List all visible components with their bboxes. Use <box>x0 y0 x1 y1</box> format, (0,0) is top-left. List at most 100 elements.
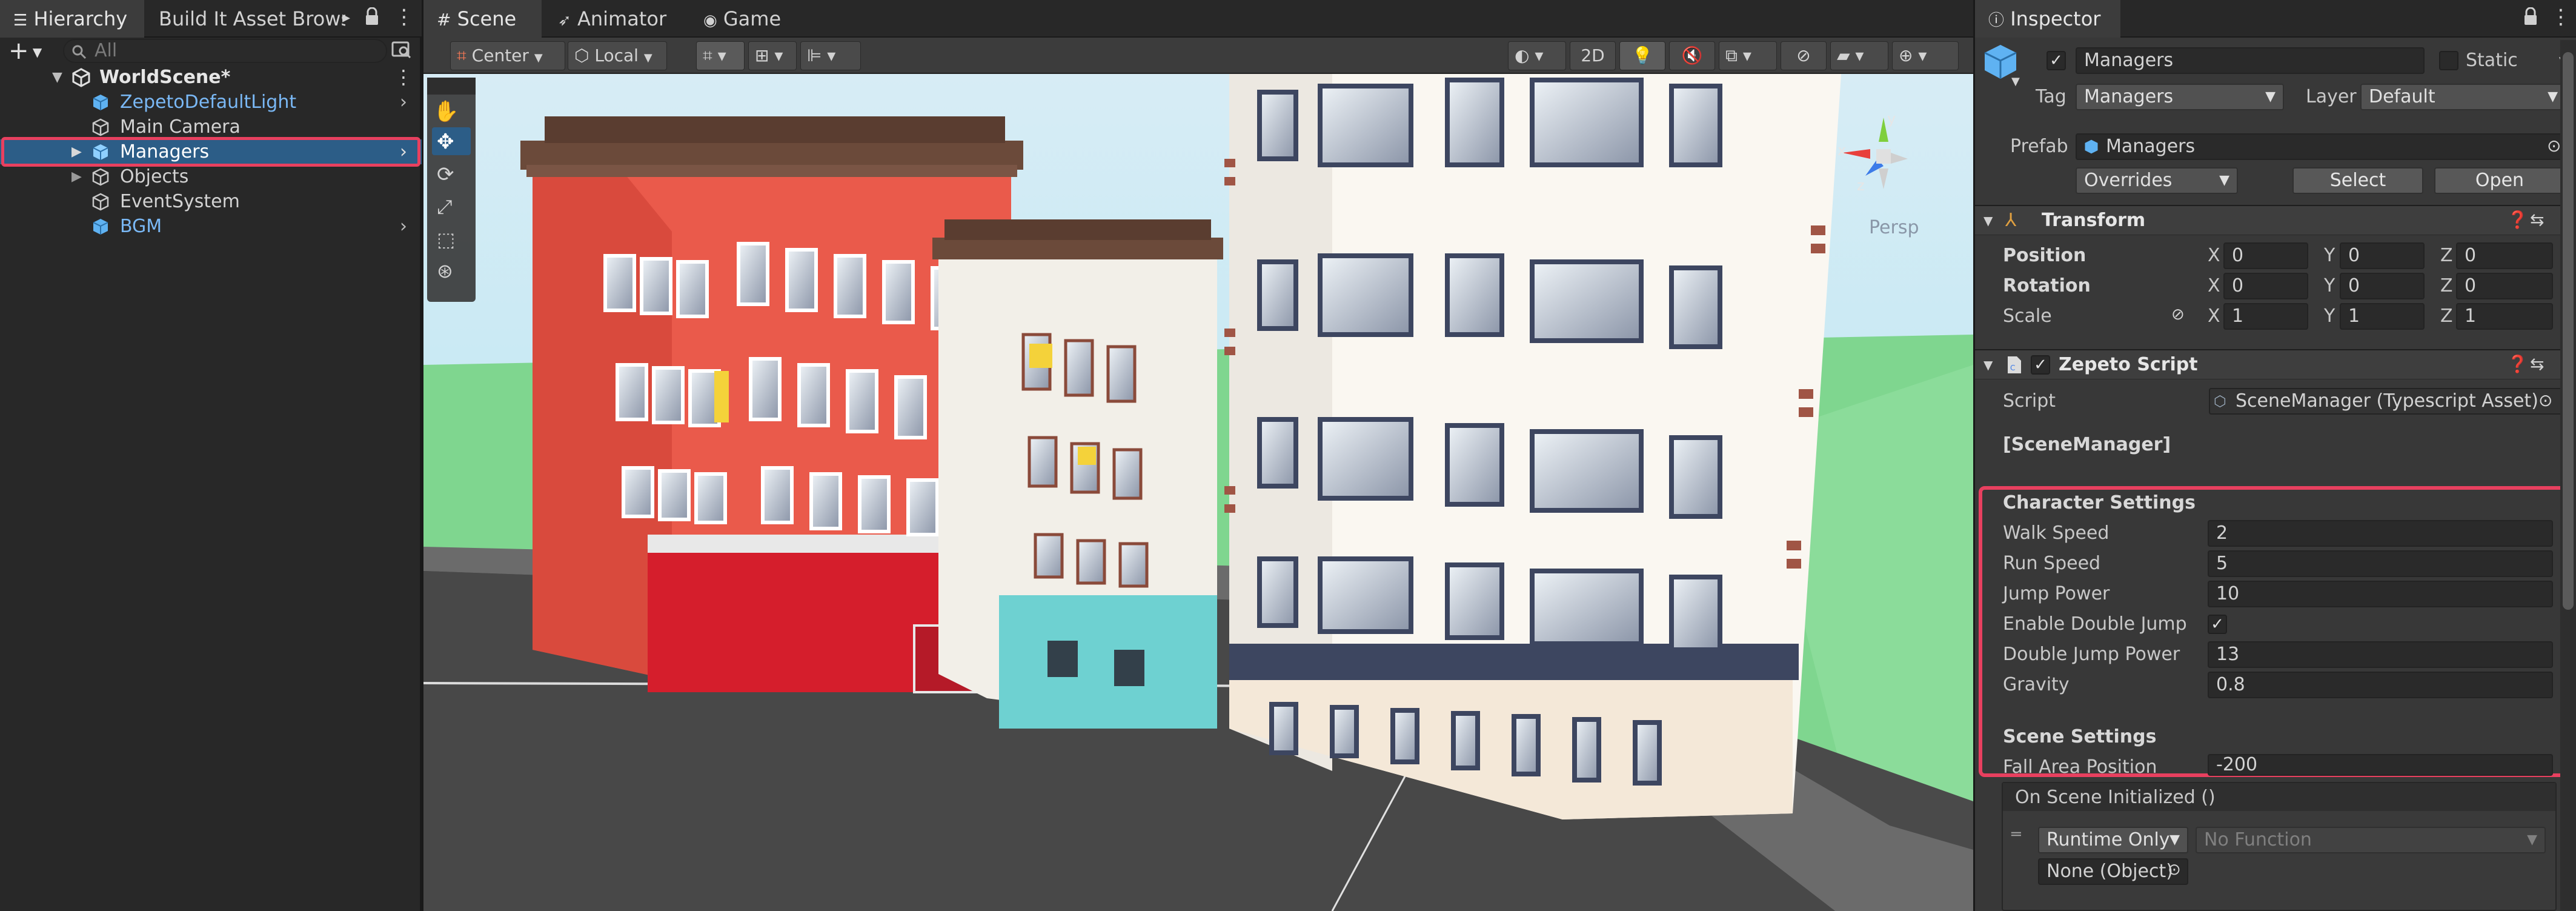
constrain-proportions-icon[interactable]: ⊘ <box>2171 305 2185 324</box>
fall-area-position-field[interactable]: -200 <box>2208 754 2553 776</box>
icon-chevron-down-icon[interactable]: ▼ <box>2011 75 2020 88</box>
more-menu-icon[interactable]: ⋮ <box>2551 5 2571 29</box>
script-enabled-checkbox[interactable]: ✓ <box>2031 355 2050 375</box>
help-icon[interactable]: ❓ <box>2507 354 2528 374</box>
ruler-snap-toggle[interactable]: ⊫ ▾ <box>800 41 861 70</box>
camera-dropdown[interactable]: ▰ ▾ <box>1830 41 1888 70</box>
effects-dropdown[interactable]: ⧉ ▾ <box>1719 41 1777 70</box>
tab-hierarchy[interactable]: ☰ Hierarchy <box>0 0 144 38</box>
chevron-right-icon[interactable]: › <box>400 90 407 115</box>
pivot-center-dropdown[interactable]: ⌗ Center ▼ <box>450 41 565 70</box>
rotation-x-axis[interactable]: X <box>2208 275 2220 296</box>
object-name-field[interactable]: Managers <box>2076 47 2425 74</box>
tool-hand-icon[interactable]: ✋ <box>433 99 459 124</box>
layer-dropdown[interactable]: Default ▼ <box>2360 84 2566 110</box>
scale-z-axis[interactable]: Z <box>2440 305 2453 327</box>
scale-x-field[interactable]: 1 <box>2223 303 2308 330</box>
function-dropdown[interactable]: No Function ▼ <box>2196 827 2546 853</box>
chevron-right-icon[interactable]: › <box>400 214 407 239</box>
overrides-dropdown[interactable]: Overrides ▼ <box>2076 167 2238 194</box>
hierarchy-search-input[interactable]: All <box>63 39 387 63</box>
static-checkbox[interactable] <box>2439 51 2458 70</box>
position-y-axis[interactable]: Y <box>2324 245 2335 266</box>
preset-icon[interactable]: ⇆ <box>2530 210 2544 230</box>
walk-speed-field[interactable]: 2 <box>2208 520 2553 547</box>
hierarchy-item-event-system[interactable]: EventSystem <box>0 189 422 214</box>
draw-mode-dropdown[interactable]: ◐ ▾ <box>1508 41 1566 70</box>
lighting-toggle[interactable]: 💡 <box>1619 41 1665 70</box>
enable-double-jump-checkbox[interactable]: ✓ <box>2208 615 2227 634</box>
position-z-axis[interactable]: Z <box>2440 245 2453 266</box>
audio-toggle[interactable]: 🔇 <box>1669 41 1715 70</box>
scene-more-icon[interactable]: ⋮ <box>394 65 413 90</box>
script-field[interactable]: SceneManager (Typescript Asset) <box>2209 388 2563 415</box>
toggle-2d-button[interactable]: 2D <box>1570 41 1616 70</box>
runtime-only-dropdown[interactable]: Runtime Only ▼ <box>2038 827 2188 853</box>
help-icon[interactable]: ❓ <box>2507 210 2528 230</box>
open-button[interactable]: Open <box>2434 167 2565 194</box>
double-jump-power-field[interactable]: 13 <box>2208 641 2553 668</box>
hierarchy-item-bgm[interactable]: BGM › <box>0 214 422 239</box>
active-checkbox[interactable]: ✓ <box>2047 51 2066 70</box>
tool-scale-icon[interactable]: ⤢ <box>437 195 453 219</box>
run-speed-field[interactable]: 5 <box>2208 550 2553 577</box>
scene-viewport[interactable]: ✋ ✥ ⟳ ⤢ ⬚ ⊛ y x z Persp <box>423 74 1973 911</box>
tab-inspector[interactable]: ⓘ Inspector <box>1975 0 2120 38</box>
position-z-field[interactable]: 0 <box>2456 242 2553 269</box>
drag-handle-icon[interactable]: ═ <box>2011 826 2021 844</box>
gizmos-dropdown[interactable]: ⊕ ▾ <box>1892 41 1959 70</box>
tab-overflow-arrow-icon[interactable]: ▸ <box>342 8 350 27</box>
rotation-y-field[interactable]: 0 <box>2340 273 2425 299</box>
transform-header[interactable]: ▼ ⅄ Transform ❓ ⇆ ⋮ <box>1975 205 2576 235</box>
scale-x-axis[interactable]: X <box>2208 305 2220 327</box>
expand-down-icon[interactable]: ▼ <box>52 65 62 90</box>
hierarchy-item-objects[interactable]: ▶ Objects <box>0 164 422 189</box>
prefab-field[interactable]: Managers <box>2076 133 2566 160</box>
tab-scene[interactable]: # Scene <box>423 0 542 38</box>
rotation-x-field[interactable]: 0 <box>2223 273 2308 299</box>
tool-rotate-icon[interactable]: ⟳ <box>437 162 454 187</box>
position-y-field[interactable]: 0 <box>2340 242 2425 269</box>
object-picker-icon[interactable]: ⊙ <box>2547 136 2561 156</box>
add-button[interactable]: + ▼ <box>8 38 42 64</box>
zepeto-script-header[interactable]: ▼ C ✓ Zepeto Script ❓ ⇆ ⋮ <box>1975 349 2576 379</box>
lock-icon[interactable] <box>365 7 379 25</box>
event-target-object-field[interactable]: None (Object) <box>2038 858 2188 885</box>
search-filter-icon[interactable] <box>391 40 412 65</box>
jump-power-field[interactable]: 10 <box>2208 581 2553 607</box>
tab-build-it-asset-browser[interactable]: Build It Asset Browse <box>145 0 345 38</box>
preset-icon[interactable]: ⇆ <box>2530 354 2544 374</box>
inspector-scrollbar[interactable] <box>2560 40 2576 911</box>
tag-dropdown[interactable]: Managers ▼ <box>2076 84 2284 110</box>
position-x-field[interactable]: 0 <box>2223 242 2308 269</box>
pivot-space-dropdown[interactable]: ⬡ Local ▼ <box>568 41 667 70</box>
hierarchy-item-main-camera[interactable]: Main Camera <box>0 115 422 139</box>
position-x-axis[interactable]: X <box>2208 245 2220 266</box>
scene-root-item[interactable]: ▼ WorldScene* ⋮ <box>0 65 422 90</box>
rotation-z-axis[interactable]: Z <box>2440 275 2453 296</box>
scale-y-axis[interactable]: Y <box>2324 305 2335 327</box>
increment-snap-toggle[interactable]: ⊞ ▾ <box>748 41 797 70</box>
scale-y-field[interactable]: 1 <box>2340 303 2425 330</box>
grid-snap-toggle[interactable]: ⌗ ▾ <box>696 41 745 70</box>
object-picker-icon[interactable]: ⊙ <box>2538 390 2552 410</box>
tab-animator[interactable]: ➶ Animator <box>545 0 684 38</box>
expand-right-icon[interactable]: ▶ <box>71 164 82 189</box>
visibility-toggle[interactable]: ⊘ <box>1781 41 1827 70</box>
tab-game[interactable]: ◉ Game <box>690 0 817 38</box>
hierarchy-item-zepeto-default-light[interactable]: ZepetoDefaultLight › <box>0 90 422 115</box>
gravity-field[interactable]: 0.8 <box>2208 672 2553 698</box>
projection-label[interactable]: Persp <box>1869 217 1919 238</box>
lock-icon[interactable] <box>2523 7 2538 32</box>
tool-transform-icon[interactable]: ⊛ <box>437 259 453 282</box>
more-menu-icon[interactable]: ⋮ <box>394 5 414 29</box>
orientation-gizmo[interactable]: y x z <box>1835 110 1926 207</box>
rotation-y-axis[interactable]: Y <box>2324 275 2335 296</box>
tool-rect-icon[interactable]: ⬚ <box>437 228 455 251</box>
scale-z-field[interactable]: 1 <box>2456 303 2553 330</box>
rotation-z-field[interactable]: 0 <box>2456 273 2553 299</box>
scrollbar-thumb[interactable] <box>2563 52 2574 610</box>
object-picker-icon[interactable]: ⊙ <box>2168 861 2181 879</box>
tool-move-icon[interactable]: ✥ <box>437 130 454 154</box>
select-button[interactable]: Select <box>2292 167 2423 194</box>
